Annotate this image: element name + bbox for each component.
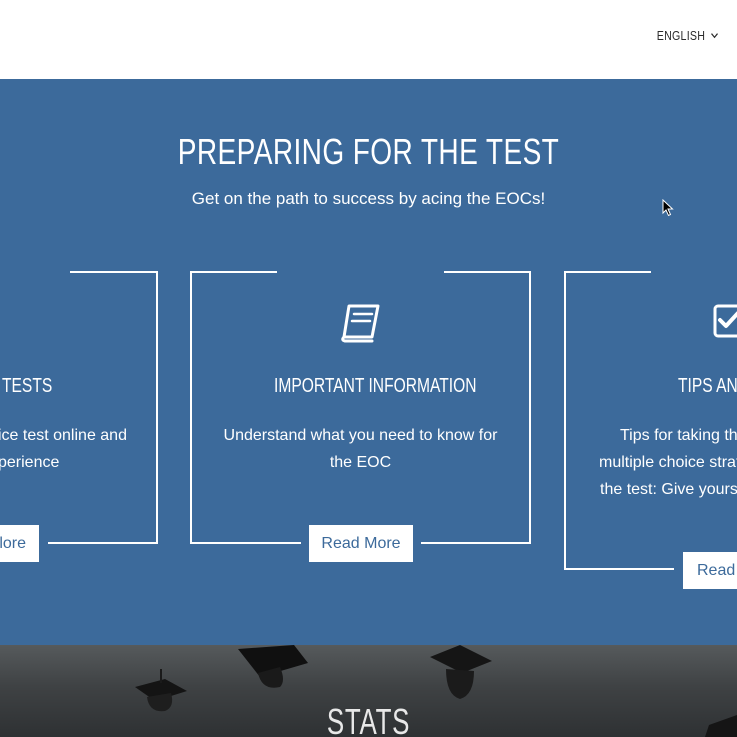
top-bar: ENGLISH — [0, 0, 737, 79]
preparing-section: PREPARING FOR THE TEST Get on the path t… — [0, 79, 737, 645]
language-selector[interactable]: ENGLISH — [657, 28, 719, 43]
chevron-down-icon — [711, 33, 718, 39]
graduation-cap-image — [238, 645, 308, 688]
card-text-line: the test: Give yourse — [600, 481, 737, 498]
stats-section: STATS — [0, 645, 737, 737]
card-text-line: multiple choice strat — [599, 454, 737, 471]
card-border — [564, 568, 674, 570]
card-tips-and-strategies: TIPS AND Tips for taking the multiple ch… — [0, 79, 737, 645]
button-label: Read — [697, 561, 736, 579]
language-label: ENGLISH — [656, 28, 706, 43]
card-border — [564, 271, 651, 273]
stats-title: STATS — [326, 701, 411, 737]
read-more-button[interactable]: Read — [683, 552, 737, 589]
card-text-line: Tips for taking the — [620, 427, 737, 444]
card-title: TIPS AND — [678, 375, 737, 397]
graduation-cap-image — [705, 715, 737, 737]
mouse-cursor-icon — [662, 199, 674, 217]
card-border — [564, 271, 566, 570]
checkbox-icon — [713, 304, 737, 338]
graduation-cap-image — [430, 645, 492, 699]
